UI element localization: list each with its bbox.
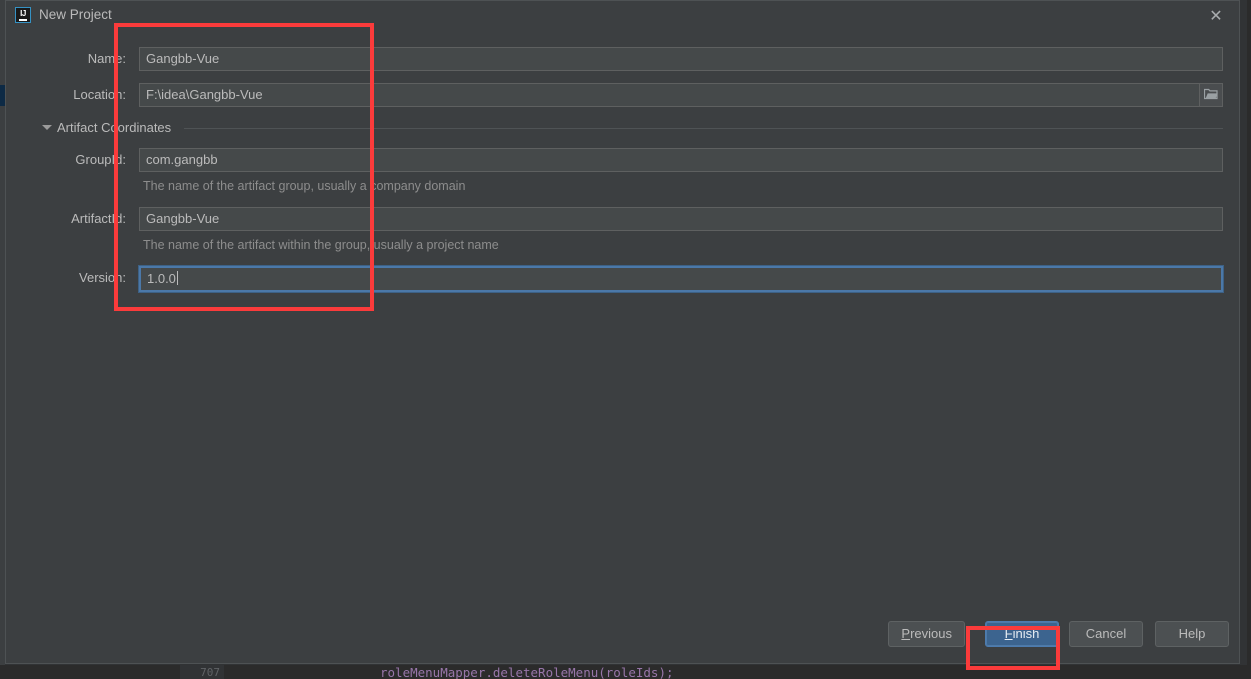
previous-mnemonic: P [901, 626, 911, 641]
row-name: Name: Gangbb-Vue [6, 47, 1239, 71]
cancel-button[interactable]: Cancel [1069, 621, 1143, 647]
group-id-label: GroupId: [75, 152, 126, 167]
finish-label-rest: inish [1012, 626, 1040, 641]
name-label: Name: [87, 51, 126, 66]
text-caret [176, 271, 178, 285]
close-icon[interactable]: ✕ [1205, 5, 1227, 27]
row-artifact-id: ArtifactId: Gangbb-Vue [6, 207, 1239, 231]
intellij-idea-icon: IJ [15, 7, 31, 23]
row-location: Location: F:\idea\Gangbb-Vue [6, 83, 1239, 107]
ide-right-edge [1247, 0, 1251, 679]
location-input[interactable]: F:\idea\Gangbb-Vue [139, 83, 1223, 107]
row-version: Version: 1.0.0 [6, 265, 1239, 293]
version-input[interactable]: 1.0.0 [138, 265, 1224, 293]
ide-editor-code-strip: 707 roleMenuMapper.deleteRoleMenu(roleId… [0, 665, 1251, 679]
previous-label-rest: revious [910, 626, 952, 641]
previous-button[interactable]: Previous [888, 621, 965, 647]
artifact-id-hint: The name of the artifact within the grou… [143, 238, 499, 252]
code-line-number: 707 [180, 665, 224, 679]
artifact-id-input[interactable]: Gangbb-Vue [139, 207, 1223, 231]
dialog-titlebar: IJ New Project ✕ [6, 1, 1239, 29]
artifact-id-label: ArtifactId: [71, 211, 126, 226]
section-divider [184, 128, 1223, 129]
project-form: Name: Gangbb-Vue Location: F:\idea\Gangb… [6, 29, 1239, 609]
location-browse-button[interactable] [1199, 83, 1223, 107]
dialog-title: New Project [39, 7, 112, 22]
location-label: Location: [73, 87, 126, 102]
folder-icon [1200, 88, 1222, 100]
version-label: Version: [79, 270, 126, 285]
group-id-input[interactable]: com.gangbb [139, 148, 1223, 172]
finish-button[interactable]: Finish [985, 621, 1059, 647]
finish-mnemonic: F [1004, 626, 1013, 641]
new-project-dialog: IJ New Project ✕ Name: Gangbb-Vue Locati… [5, 0, 1240, 664]
help-button[interactable]: Help [1155, 621, 1229, 647]
row-group-id: GroupId: com.gangbb [6, 148, 1239, 172]
name-input[interactable]: Gangbb-Vue [139, 47, 1223, 71]
version-input-value: 1.0.0 [147, 271, 176, 286]
dialog-footer: Previous Finish Cancel Help [6, 607, 1239, 663]
artifact-coordinates-section[interactable]: Artifact Coordinates [6, 119, 1239, 137]
group-id-hint: The name of the artifact group, usually … [143, 179, 466, 193]
chevron-down-icon[interactable] [42, 125, 52, 130]
code-line-text: roleMenuMapper.deleteRoleMenu(roleIds); [380, 665, 674, 679]
artifact-coordinates-label: Artifact Coordinates [57, 120, 172, 135]
